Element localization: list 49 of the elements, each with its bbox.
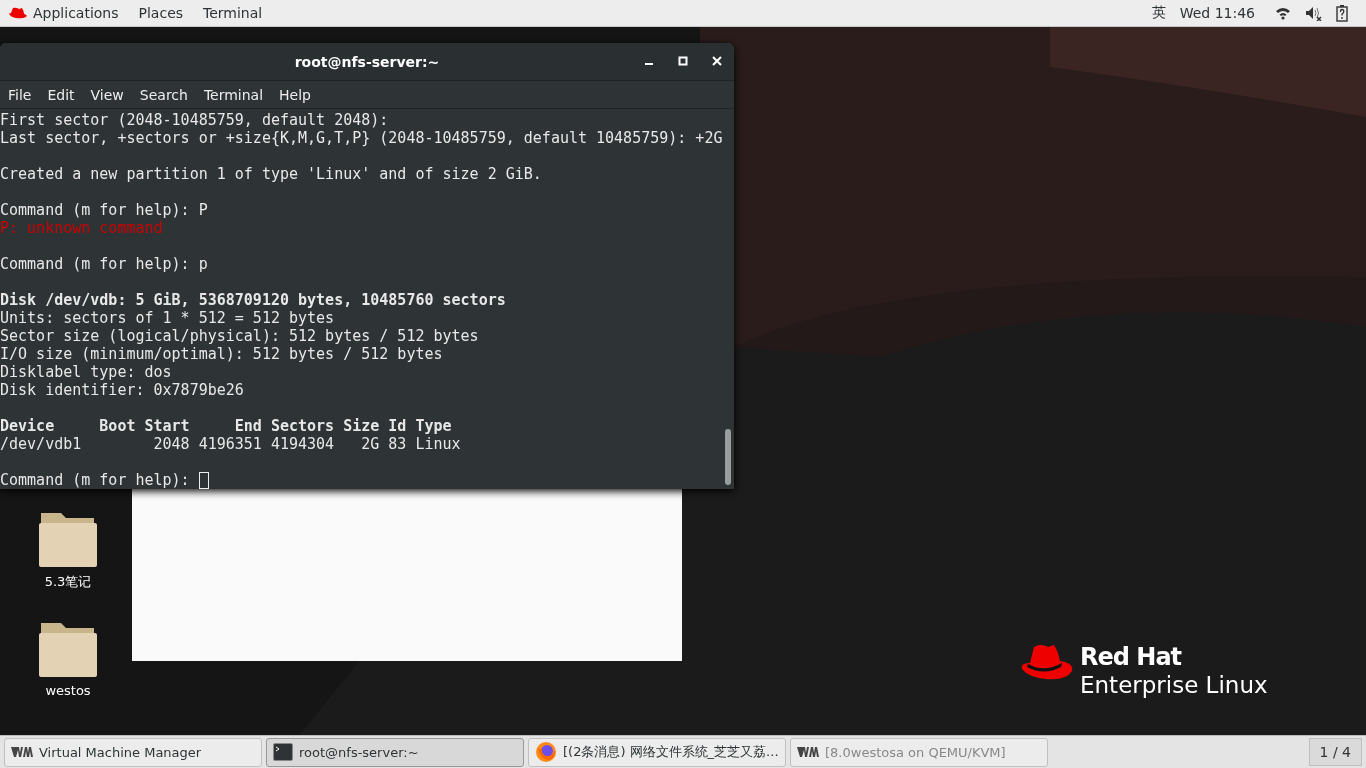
taskbar-button[interactable]: [(2条消息) 网络文件系统_芝芝又荔...: [528, 737, 786, 767]
terminal-line: Units: sectors of 1 * 512 = 512 bytes: [0, 309, 335, 327]
close-icon[interactable]: [712, 56, 722, 66]
terminal-line: First sector (2048-10485759, default 2048):: [0, 111, 389, 129]
folder-label[interactable]: westos: [45, 683, 91, 698]
menu-item[interactable]: Edit: [47, 86, 75, 103]
top-menu[interactable]: Terminal: [203, 5, 263, 21]
text-cursor: [198, 471, 209, 489]
browser-icon: [535, 741, 557, 763]
window-title: root@nfs-server:~: [294, 53, 440, 70]
terminal-line: Disk /dev/vdb: 5 GiB, 5368709120 bytes, 10485760 sectors: [0, 291, 506, 309]
menu-item[interactable]: Search: [139, 86, 188, 103]
terminal-line: Command (m for help): P: [0, 201, 208, 219]
terminal-line: Device Boot Start End Sectors Size Id Type: [0, 417, 452, 435]
terminal-prompt: Command (m for help):: [0, 471, 191, 489]
taskbar-button[interactable]: Virtual Machine Manager: [4, 737, 262, 767]
terminal-line: /dev/vdb1 2048 4196351 4194304 2G 83 Linux: [0, 435, 461, 453]
vm-manager-icon: [11, 746, 33, 758]
terminal-line: Command (m for help): p: [0, 255, 208, 273]
maximize-icon[interactable]: [678, 56, 688, 66]
vm-manager-icon: [797, 746, 819, 758]
menu-item[interactable]: Terminal: [203, 86, 264, 103]
workspace-switcher[interactable]: 1 / 4: [1308, 738, 1362, 766]
terminal-line: Sector size (logical/physical): 512 bytes / 512 bytes: [0, 327, 479, 345]
terminal-line: Disklabel type: dos: [0, 363, 172, 381]
terminal-line: Last sector, +sectors or +size{K,M,G,T,P} (2048-10485759, default 10485759): +2G: [0, 129, 723, 147]
wifi-icon[interactable]: [1275, 6, 1291, 20]
terminal-line: Disk identifier: 0x7879be26: [0, 381, 244, 399]
clock[interactable]: Wed 11:46: [1179, 5, 1255, 21]
battery-unknown-icon[interactable]: [1336, 4, 1348, 22]
scrollbar-thumb[interactable]: [725, 429, 732, 485]
menu-item[interactable]: File: [8, 86, 32, 103]
input-method-indicator[interactable]: 英: [1151, 4, 1166, 22]
terminal-line: I/O size (minimum/optimal): 512 bytes / 512 bytes: [0, 345, 443, 363]
menu-item[interactable]: View: [90, 86, 124, 103]
folder-label[interactable]: 5.3笔记: [44, 573, 92, 591]
top-menu[interactable]: Applications: [33, 5, 119, 21]
folder-icon[interactable]: [39, 511, 97, 567]
terminal-line: Created a new partition 1 of type 'Linux' and of size 2 GiB.: [0, 165, 542, 183]
logo-subtitle: Enterprise Linux: [1080, 671, 1268, 699]
top-menu[interactable]: Places: [138, 5, 184, 21]
terminal-icon: [273, 743, 293, 761]
speaker-muted-icon[interactable]: [1305, 5, 1322, 21]
menu-item[interactable]: Help: [279, 86, 311, 103]
logo-title: Red Hat: [1080, 643, 1183, 671]
terminal-error-line: P: unknown command: [0, 219, 163, 237]
hat-icon: [8, 7, 28, 19]
folder-icon[interactable]: [39, 621, 97, 677]
taskbar-button[interactable]: root@nfs-server:~: [266, 737, 524, 767]
